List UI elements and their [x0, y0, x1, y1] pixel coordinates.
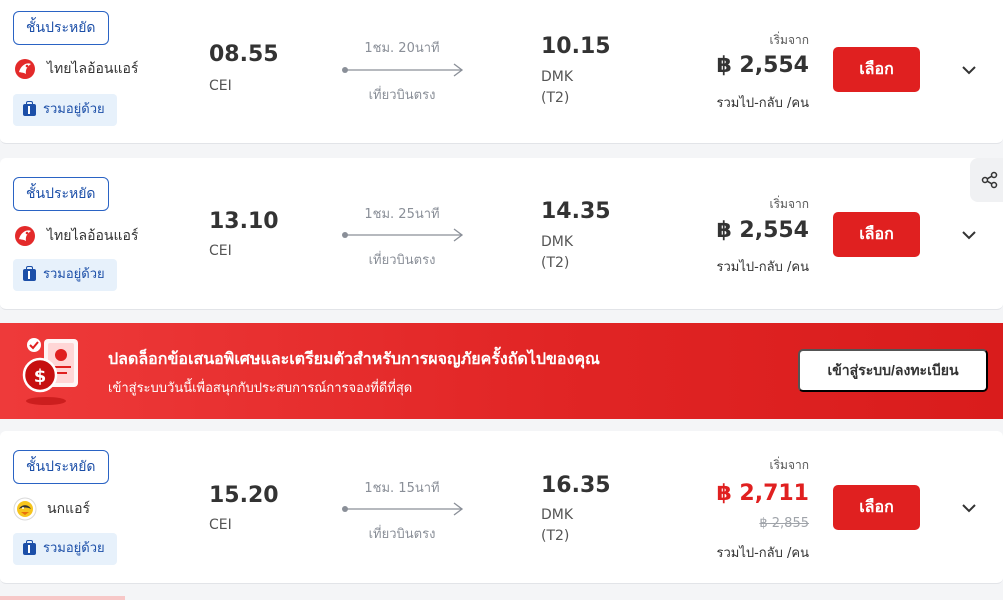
chevron-down-icon[interactable]	[958, 497, 980, 519]
flight-duration: 1ชม. 25นาที	[364, 207, 440, 222]
airline-name: ไทยไลอ้อนแอร์	[47, 61, 139, 77]
route-arrow-icon	[342, 63, 464, 77]
bundle-label: รวมอยู่ด้วย	[43, 102, 105, 117]
select-flight-button[interactable]: เลือก	[833, 212, 920, 257]
thai-lion-air-logo-icon	[13, 224, 37, 248]
flight-card[interactable]: ชั้นประหยัด ไทยไลอ้อนแอร์ รวมอยู่ด้วย 08…	[0, 0, 1003, 144]
depart-time: 13.10	[209, 209, 279, 234]
price: ฿ 2,554	[716, 53, 809, 78]
flight-duration: 1ชม. 15นาที	[364, 481, 440, 496]
original-price: ฿ 2,855	[759, 516, 809, 531]
thai-lion-air-logo-icon	[13, 57, 37, 81]
arrive-airport: DMK	[541, 234, 574, 250]
svg-text:$: $	[34, 366, 47, 387]
arrive-time: 10.15	[541, 34, 611, 59]
flight-card[interactable]: ชั้นประหยัด นกแอร์ รวมอยู่ด้วย 15.20 CEI…	[0, 431, 1003, 584]
luggage-icon	[23, 101, 36, 116]
next-card-edge	[0, 596, 125, 600]
depart-time: 08.55	[209, 42, 279, 67]
share-icon	[981, 171, 998, 189]
share-button[interactable]	[970, 158, 1003, 202]
arrive-airport: DMK	[541, 69, 574, 85]
arrive-terminal: (T2)	[541, 255, 570, 271]
login-register-button[interactable]: เข้าสู่ระบบ/ลงทะเบียน	[798, 349, 988, 392]
price-per-person: รวมไป-กลับ /คน	[716, 96, 809, 111]
depart-airport: CEI	[209, 517, 232, 533]
economy-class-badge: ชั้นประหยัด	[13, 450, 109, 484]
flight-card[interactable]: ชั้นประหยัด ไทยไลอ้อนแอร์ รวมอยู่ด้วย 13…	[0, 158, 1003, 310]
promo-title: ปลดล็อกข้อเสนอพิเศษและเตรียมตัวสำหรับการ…	[108, 349, 600, 368]
flight-stops: เที่ยวบินตรง	[368, 253, 436, 268]
arrive-time: 16.35	[541, 473, 611, 498]
luggage-icon	[23, 540, 36, 555]
route-arrow-icon	[342, 228, 464, 242]
bundle-label: รวมอยู่ด้วย	[43, 541, 105, 556]
bundle-included-tag[interactable]: รวมอยู่ด้วย	[13, 259, 117, 291]
bundle-included-tag[interactable]: รวมอยู่ด้วย	[13, 533, 117, 565]
bundle-included-tag[interactable]: รวมอยู่ด้วย	[13, 94, 117, 126]
chevron-down-icon[interactable]	[958, 224, 980, 246]
arrive-terminal: (T2)	[541, 90, 570, 106]
depart-airport: CEI	[209, 78, 232, 94]
arrive-airport: DMK	[541, 507, 574, 523]
economy-class-badge: ชั้นประหยัด	[13, 177, 109, 211]
airline-info: ไทยไลอ้อนแอร์	[13, 224, 138, 248]
route-arrow-icon	[342, 502, 464, 516]
price-from-label: เริ่มจาก	[769, 33, 810, 47]
depart-airport: CEI	[209, 243, 232, 259]
economy-class-badge: ชั้นประหยัด	[13, 11, 109, 45]
price-per-person: รวมไป-กลับ /คน	[716, 546, 809, 561]
arrive-time: 14.35	[541, 199, 611, 224]
discounted-price: ฿ 2,711	[716, 481, 809, 506]
airline-info: นกแอร์	[13, 497, 90, 521]
nok-air-logo-icon	[13, 497, 37, 521]
login-promo-banner: $ ปลดล็อกข้อเสนอพิเศษและเตรียมตัวสำหรับก…	[0, 323, 1003, 419]
price-per-person: รวมไป-กลับ /คน	[716, 260, 809, 275]
select-flight-button[interactable]: เลือก	[833, 47, 920, 92]
price-from-label: เริ่มจาก	[769, 197, 810, 211]
coin-receipt-illustration-icon: $	[22, 338, 78, 405]
depart-time: 15.20	[209, 483, 279, 508]
flight-results-page: ชั้นประหยัด ไทยไลอ้อนแอร์ รวมอยู่ด้วย 08…	[0, 0, 1003, 600]
luggage-icon	[23, 266, 36, 281]
airline-name: ไทยไลอ้อนแอร์	[47, 228, 139, 244]
flight-duration: 1ชม. 20นาที	[364, 41, 440, 56]
airline-name: นกแอร์	[47, 501, 90, 517]
flight-stops: เที่ยวบินตรง	[368, 88, 436, 103]
select-flight-button[interactable]: เลือก	[833, 485, 920, 530]
flight-stops: เที่ยวบินตรง	[368, 527, 436, 542]
bundle-label: รวมอยู่ด้วย	[43, 267, 105, 282]
price-from-label: เริ่มจาก	[769, 458, 810, 472]
promo-subtitle: เข้าสู่ระบบวันนี้เพื่อสนุกกับประสบการณ์ก…	[108, 381, 413, 396]
airline-info: ไทยไลอ้อนแอร์	[13, 57, 138, 81]
price: ฿ 2,554	[716, 218, 809, 243]
arrive-terminal: (T2)	[541, 528, 570, 544]
chevron-down-icon[interactable]	[958, 59, 980, 81]
